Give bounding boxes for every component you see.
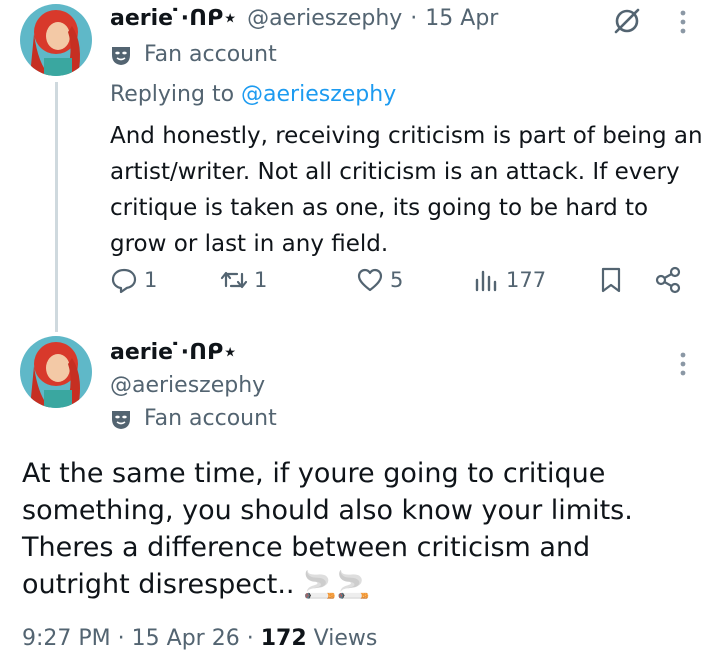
views-icon [475,270,497,292]
bookmark-button[interactable] [597,266,625,294]
label-text: Fan account [144,406,277,431]
cigarette-emoji: 🚬🚬 [303,570,371,601]
reply-icon [111,268,137,294]
display-name[interactable]: aerie ̇⋅ᑎᑭ⋆ [110,340,237,365]
replying-prefix: Replying to [110,82,235,107]
like-icon [357,268,383,292]
replying-to: Replying to @aerieszephy [110,82,396,107]
reply-button[interactable]: 1 [110,266,157,294]
handle[interactable]: @aerieszephy [110,373,265,398]
meta-separator: · [246,626,254,651]
views-count: 177 [506,268,547,292]
tweet-time[interactable]: 9:27 PM [22,626,111,651]
mask-icon [112,46,130,65]
tweet-text: And honestly, receiving criticism is par… [110,123,703,257]
like-button[interactable]: 5 [356,266,403,294]
fan-account-label: Fan account [110,406,277,431]
display-name[interactable]: aerie ̇⋅ᑎᑭ⋆ [110,6,237,31]
share-button[interactable] [654,266,682,294]
avatar[interactable] [20,4,92,76]
tweet-meta: 9:27 PM · 15 Apr 26 · 172 Views [22,626,377,651]
separator: · [410,6,418,31]
views-count: 172 [260,626,307,651]
tweet-text: At the same time, if youre going to crit… [22,455,702,604]
tweet-full-date[interactable]: 15 Apr 26 [132,626,240,651]
avatar[interactable] [20,336,92,408]
share-icon [655,266,681,294]
repost-icon [220,271,248,289]
reply-count: 1 [144,268,158,292]
views-label: Views [313,626,378,651]
repost-count: 1 [254,268,268,292]
mask-icon [112,410,130,429]
reply-header: aerie ̇⋅ᑎᑭ⋆ @aerieszephy · 15 Apr [110,6,498,31]
handle[interactable]: @aerieszephy [247,6,402,31]
label-text: Fan account [144,42,277,67]
repost-button[interactable]: 1 [220,266,267,294]
like-count: 5 [390,268,404,292]
fan-account-label: Fan account [110,42,277,67]
grok-icon[interactable] [612,6,642,36]
bookmark-icon [601,267,621,293]
tweet-date[interactable]: 15 Apr [425,6,498,31]
more-icon[interactable] [676,8,690,36]
action-bar: 1 1 5 177 [110,266,690,302]
meta-separator: · [117,626,125,651]
thread-line [55,82,58,332]
more-icon[interactable] [676,350,690,378]
replying-mention[interactable]: @aerieszephy [241,82,396,107]
views-button[interactable]: 177 [472,266,546,294]
